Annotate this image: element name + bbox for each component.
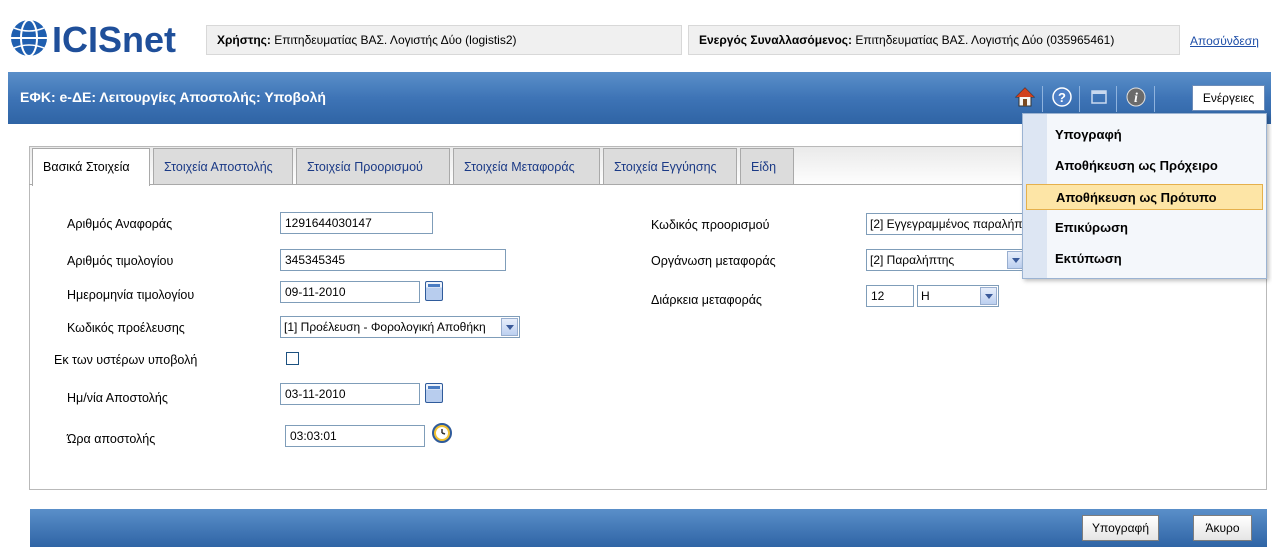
tab-items[interactable]: Είδη	[740, 148, 794, 184]
separator	[1116, 86, 1117, 112]
transport-duration-unit-select[interactable]: H	[917, 285, 999, 307]
tab-transport-info[interactable]: Στοιχεία Μεταφοράς	[453, 148, 600, 184]
info-icon[interactable]: i	[1125, 85, 1147, 109]
destination-code-select[interactable]: [2] Εγγεγραμμένος παραλήπ	[866, 213, 1026, 235]
menu-item-save-draft[interactable]: Αποθήκευση ως Πρόχειρο	[1051, 153, 1263, 179]
separator	[1042, 86, 1043, 112]
actions-menu: Υπογραφή Αποθήκευση ως Πρόχειρο Αποθήκευ…	[1022, 113, 1267, 279]
tab-guarantee-info[interactable]: Στοιχεία Εγγύησης	[603, 148, 737, 184]
tab-basic-info[interactable]: Βασικά Στοιχεία	[32, 148, 150, 186]
logo-text: ICISnet	[52, 19, 176, 60]
dispatch-time-label: Ώρα αποστολής	[67, 432, 156, 446]
user-label: Χρήστης:	[217, 33, 271, 47]
svg-text:?: ?	[1058, 90, 1066, 105]
destination-code-value: [2] Εγγεγραμμένος παραλήπ	[870, 217, 1023, 231]
logout-link[interactable]: Αποσύνδεση	[1190, 34, 1259, 48]
invoice-number-input[interactable]: 345345345	[280, 249, 506, 271]
origin-code-value: [1] Προέλευση - Φορολογική Αποθήκη	[284, 320, 486, 334]
dispatch-date-input[interactable]: 03-11-2010	[280, 383, 420, 405]
page-title: ΕΦΚ: e-ΔΕ: Λειτουργίες Αποστολής: Υποβολ…	[20, 89, 326, 105]
menu-item-validate[interactable]: Επικύρωση	[1051, 215, 1263, 241]
sign-button[interactable]: Υπογραφή	[1082, 515, 1159, 541]
transport-org-label: Οργάνωση μεταφοράς	[651, 254, 776, 268]
ref-number-input[interactable]: 1291644030147	[280, 212, 433, 234]
destination-code-label: Κωδικός προορισμού	[651, 218, 770, 232]
clock-icon[interactable]	[430, 420, 454, 444]
svg-text:i: i	[1134, 91, 1138, 106]
origin-code-label: Κωδικός προέλευσης	[67, 321, 185, 335]
dispatch-date-label: Ημ/νία Αποστολής	[67, 391, 168, 405]
trader-value: Επιτηδευματίας ΒΑΣ. Λογιστής Δύο (035965…	[855, 33, 1115, 47]
help-icon[interactable]: ?	[1051, 85, 1073, 109]
window-icon[interactable]	[1088, 85, 1110, 109]
footer-bar: Υπογραφή Άκυρο	[30, 509, 1267, 547]
deferred-submission-label: Εκ των υστέρων υποβολή	[54, 353, 198, 367]
user-info: Χρήστης: Επιτηδευματίας ΒΑΣ. Λογιστής Δύ…	[206, 25, 682, 55]
tab-dispatch-info[interactable]: Στοιχεία Αποστολής	[153, 148, 293, 184]
calendar-icon[interactable]	[425, 281, 443, 301]
menu-item-save-template[interactable]: Αποθήκευση ως Πρότυπο	[1026, 184, 1263, 210]
cancel-button[interactable]: Άκυρο	[1193, 515, 1252, 541]
trader-info: Ενεργός Συναλλασόμενος: Επιτηδευματίας Β…	[688, 25, 1180, 55]
chevron-down-icon[interactable]	[501, 318, 518, 336]
actions-button[interactable]: Ενέργειες	[1192, 85, 1265, 111]
chevron-down-icon[interactable]	[980, 287, 997, 305]
icisnet-logo: ICISnet	[8, 14, 198, 60]
invoice-date-input[interactable]: 09-11-2010	[280, 281, 420, 303]
home-icon[interactable]	[1014, 85, 1036, 109]
separator	[1154, 86, 1155, 112]
separator	[1079, 86, 1080, 112]
transport-duration-unit-value: H	[921, 289, 930, 303]
ref-number-label: Αριθμός Αναφοράς	[67, 217, 173, 231]
deferred-submission-checkbox[interactable]	[286, 352, 299, 365]
menu-item-sign[interactable]: Υπογραφή	[1051, 122, 1263, 148]
user-value: Επιτηδευματίας ΒΑΣ. Λογιστής Δύο (logist…	[274, 33, 517, 47]
tab-destination-info[interactable]: Στοιχεία Προορισμού	[296, 148, 450, 184]
dispatch-time-input[interactable]: 03:03:01	[285, 425, 425, 447]
origin-code-select[interactable]: [1] Προέλευση - Φορολογική Αποθήκη	[280, 316, 520, 338]
transport-duration-input[interactable]: 12	[866, 285, 914, 307]
transport-org-value: [2] Παραλήπτης	[870, 253, 955, 267]
invoice-date-label: Ημερομηνία τιμολογίου	[67, 288, 195, 302]
trader-label: Ενεργός Συναλλασόμενος:	[699, 33, 853, 47]
invoice-number-label: Αριθμός τιμολογίου	[67, 254, 174, 268]
calendar-icon[interactable]	[425, 383, 443, 403]
menu-item-print[interactable]: Εκτύπωση	[1051, 246, 1263, 272]
transport-org-select[interactable]: [2] Παραλήπτης	[866, 249, 1026, 271]
transport-duration-label: Διάρκεια μεταφοράς	[651, 293, 762, 307]
